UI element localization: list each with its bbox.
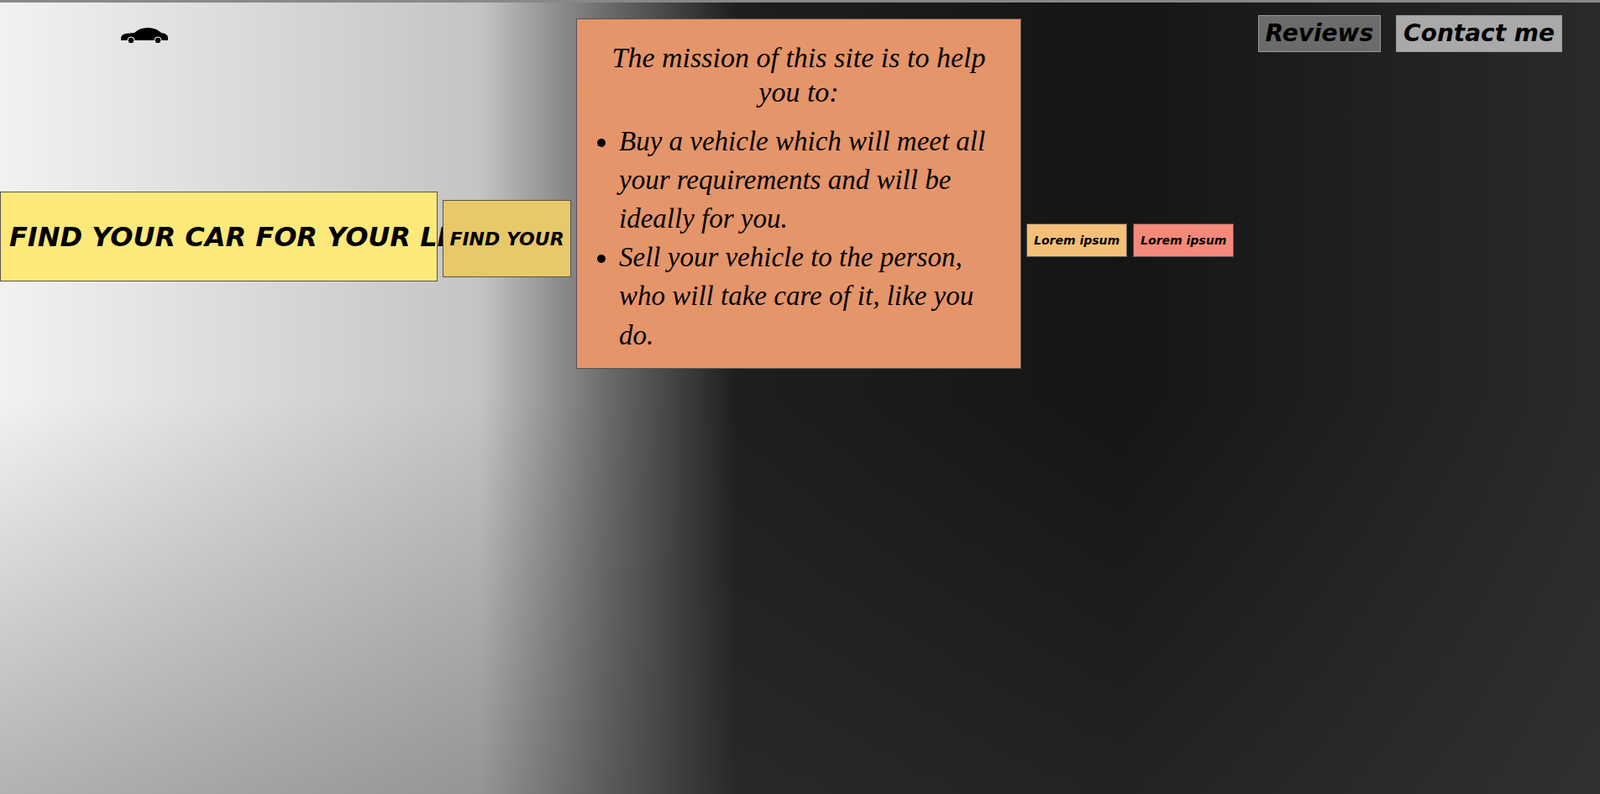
mission-card: The mission of this site is to help you …	[576, 18, 1022, 369]
top-nav: Reviews Contact me	[1258, 15, 1563, 53]
lorem-button[interactable]: Lorem ipsum	[1026, 223, 1128, 258]
mission-list: Buy a vehicle which will meet all your r…	[592, 121, 1006, 355]
mission-item: Buy a vehicle which will meet all your r…	[619, 121, 1006, 239]
lorem-button[interactable]: Lorem ipsum	[1133, 223, 1234, 258]
page: FIND YOUR CAR FOR YOUR LIFE!FIND YOUR The…	[0, 0, 1600, 794]
nav-button[interactable]: Reviews	[1258, 15, 1382, 53]
banner-title: FIND YOUR CAR FOR YOUR LIFE!	[0, 191, 438, 282]
car-logo-icon[interactable]	[119, 26, 170, 45]
mission-item: Sell your vehicle to the person, who wil…	[619, 237, 1006, 355]
button-group: Lorem ipsumLorem ipsum	[1026, 223, 1234, 258]
nav-button[interactable]: Contact me	[1395, 15, 1563, 53]
find-button[interactable]: FIND YOUR	[442, 199, 572, 278]
content-row: FIND YOUR CAR FOR YOUR LIFE!FIND YOUR The…	[0, 2, 1600, 369]
mission-title: The mission of this site is to help you …	[592, 41, 1006, 111]
